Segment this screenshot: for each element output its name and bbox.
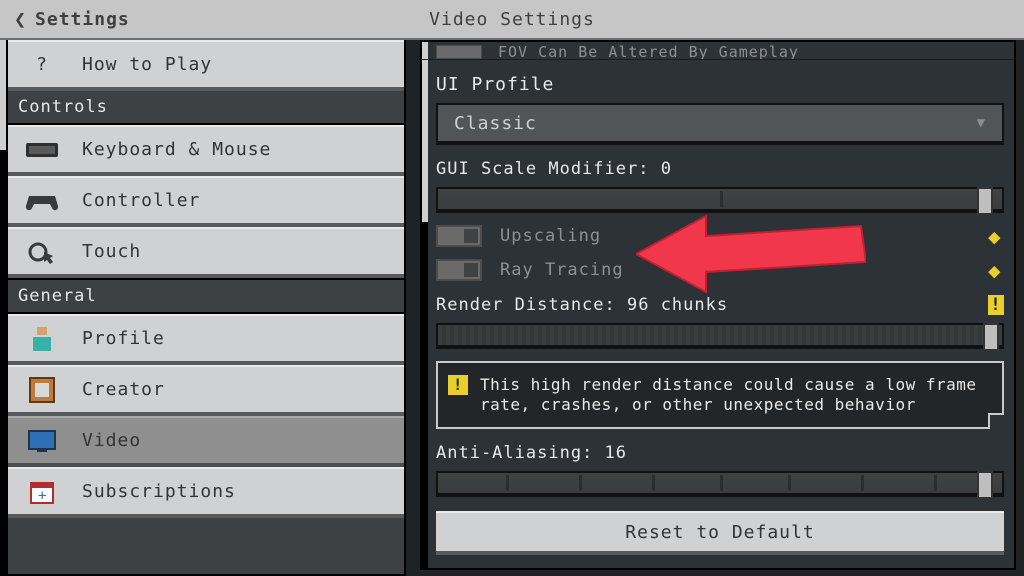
corner-decor [988, 413, 1004, 429]
sidebar-item-controller[interactable]: Controller [8, 176, 404, 227]
reset-label: Reset to Default [625, 522, 814, 543]
sidebar-item-label: Controller [82, 190, 404, 211]
upscaling-toggle[interactable] [436, 225, 482, 247]
warning-icon: ! [448, 375, 468, 395]
video-icon [24, 426, 60, 456]
sidebar-item-label: Creator [82, 379, 404, 400]
render-distance-label: Render Distance: 96 chunks [436, 295, 728, 315]
sidebar-item-how-to-play[interactable]: ? How to Play [8, 40, 404, 91]
question-icon: ? [24, 50, 60, 80]
controller-icon [24, 186, 60, 216]
sidebar-item-touch[interactable]: Touch [8, 227, 404, 278]
raytracing-row: Ray Tracing ⬥ [436, 259, 1004, 281]
anti-aliasing-slider[interactable] [436, 471, 1004, 497]
render-distance-slider[interactable] [436, 323, 1004, 349]
sidebar-item-keyboard-mouse[interactable]: Keyboard & Mouse [8, 125, 404, 176]
sidebar-item-subscriptions[interactable]: + Subscriptions [8, 467, 404, 518]
sidebar-item-label: Profile [82, 328, 404, 349]
ui-profile-select[interactable]: Classic ▼ [436, 103, 1004, 145]
ui-profile-value: Classic [454, 113, 537, 134]
sidebar-item-label: Video [82, 430, 404, 451]
panel-scrollbar[interactable] [422, 42, 428, 568]
sidebar: ? How to Play Controls Keyboard & Mouse … [6, 40, 406, 576]
svg-text:+: + [38, 488, 47, 504]
reset-to-default-button[interactable]: Reset to Default [436, 511, 1004, 555]
sidebar-item-label: Touch [82, 241, 404, 262]
warning-text: This high render distance could cause a … [480, 375, 977, 414]
profile-icon [24, 324, 60, 354]
subscriptions-icon: + [24, 477, 60, 507]
chevron-left-icon: ❮ [14, 7, 27, 31]
warning-banner: ! This high render distance could cause … [436, 361, 1004, 429]
cutoff-row: FOV Can Be Altered By Gameplay [422, 42, 1014, 60]
sidebar-item-video[interactable]: Video [8, 416, 404, 467]
gui-scale-label: GUI Scale Modifier: 0 [436, 159, 1004, 179]
keyboard-icon [24, 135, 60, 165]
warning-icon: ⬥ [988, 261, 1004, 279]
fov-toggle[interactable] [436, 45, 482, 59]
sidebar-item-creator[interactable]: Creator [8, 365, 404, 416]
chevron-down-icon: ▼ [977, 115, 986, 131]
creator-icon [24, 375, 60, 405]
gui-scale-slider[interactable] [436, 187, 1004, 213]
render-distance-label-row: Render Distance: 96 chunks ! [436, 295, 1004, 315]
upscaling-label: Upscaling [500, 226, 601, 246]
touch-icon [24, 237, 60, 267]
warning-icon: ! [988, 295, 1004, 315]
sidebar-item-label: How to Play [82, 54, 404, 75]
back-label: Settings [35, 9, 130, 30]
sidebar-section-general: General [8, 278, 404, 314]
title-bar: ❮ Settings Video Settings [0, 0, 1024, 40]
fov-toggle-label: FOV Can Be Altered By Gameplay [498, 43, 799, 60]
settings-panel: FOV Can Be Altered By Gameplay UI Profil… [420, 40, 1016, 570]
raytracing-label: Ray Tracing [500, 260, 624, 280]
sidebar-item-profile[interactable]: Profile [8, 314, 404, 365]
sidebar-section-controls: Controls [8, 91, 404, 125]
sidebar-item-label: Keyboard & Mouse [82, 139, 404, 160]
sidebar-item-label: Subscriptions [82, 481, 404, 502]
upscaling-row: Upscaling ⬥ [436, 225, 1004, 247]
warning-icon: ⬥ [988, 227, 1004, 245]
raytracing-toggle[interactable] [436, 259, 482, 281]
ui-profile-label: UI Profile [436, 74, 1004, 95]
anti-aliasing-label: Anti-Aliasing: 16 [436, 443, 1004, 463]
back-button[interactable]: ❮ Settings [0, 7, 130, 31]
page-title: Video Settings [429, 9, 595, 30]
